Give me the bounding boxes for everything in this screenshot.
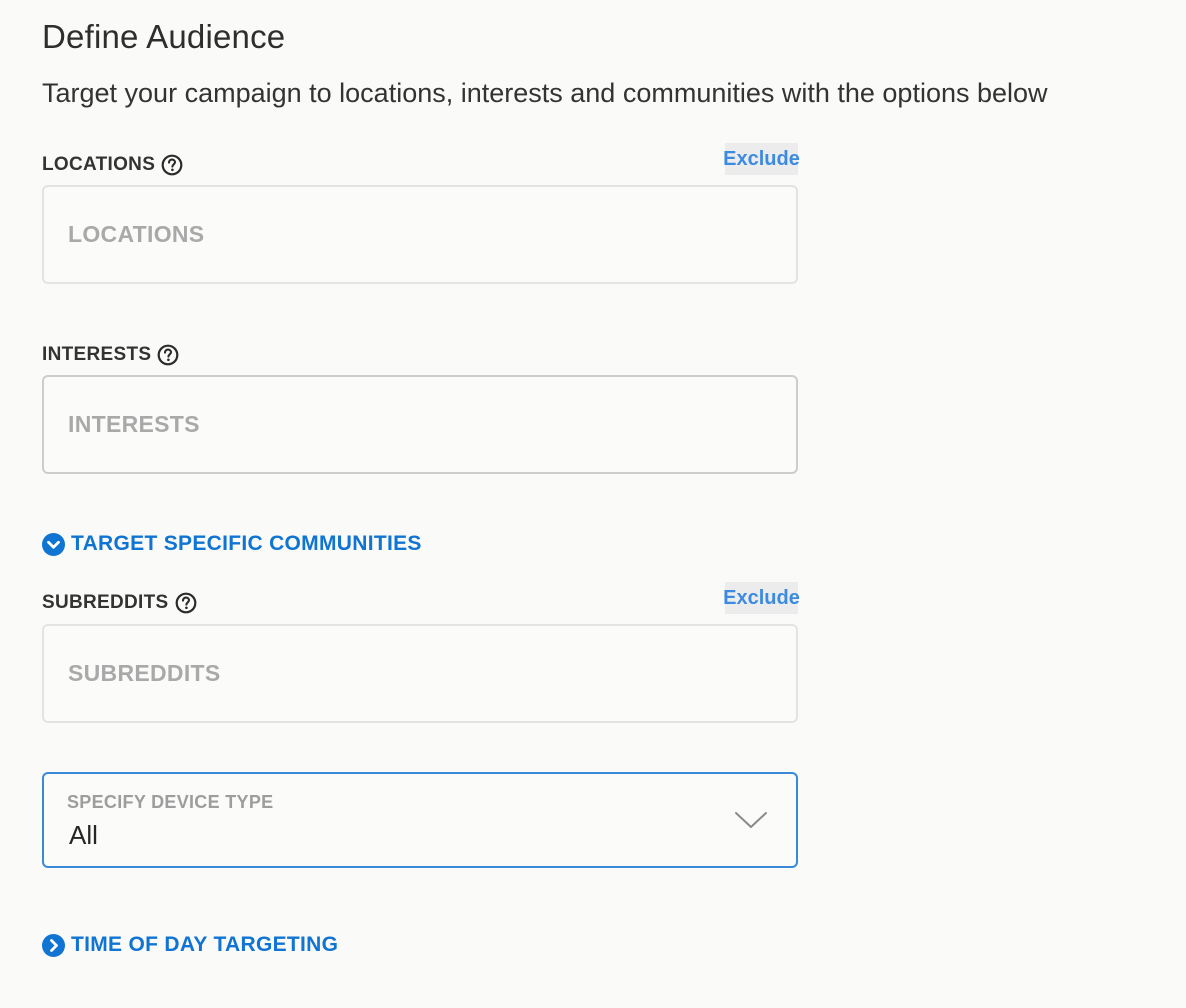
- question-circle-icon[interactable]: [175, 592, 197, 614]
- subreddits-exclude-button[interactable]: Exclude: [723, 582, 800, 614]
- locations-input-box: [42, 185, 798, 284]
- chevron-right-circle-icon: [42, 933, 65, 957]
- chevron-down-icon: [734, 810, 768, 830]
- device-type-caption: SPECIFY DEVICE TYPE: [67, 792, 274, 812]
- chevron-down-circle-icon: [42, 532, 65, 556]
- interests-label: INTERESTS: [42, 344, 152, 365]
- locations-label: LOCATIONS: [42, 154, 156, 175]
- time-of-day-toggle[interactable]: TIME OF DAY TARGETING: [42, 933, 338, 957]
- subreddits-input-box: [42, 624, 798, 723]
- locations-exclude-button[interactable]: Exclude: [723, 143, 800, 175]
- interests-label-row: INTERESTS: [42, 344, 179, 366]
- locations-input[interactable]: [44, 187, 796, 282]
- subreddits-label-row: SUBREDDITS: [42, 592, 197, 614]
- page-title: Define Audience: [42, 18, 286, 55]
- subreddits-label: SUBREDDITS: [42, 592, 169, 613]
- device-type-select[interactable]: SPECIFY DEVICE TYPE All: [42, 772, 798, 868]
- interests-input-box: [42, 375, 798, 474]
- page-subtitle: Target your campaign to locations, inter…: [42, 78, 1048, 108]
- locations-label-row: LOCATIONS: [42, 154, 183, 176]
- device-type-value: All: [69, 820, 98, 850]
- target-communities-label: TARGET SPECIFIC COMMUNITIES: [71, 532, 422, 555]
- question-circle-icon[interactable]: [157, 344, 179, 366]
- question-circle-icon[interactable]: [161, 154, 183, 176]
- target-communities-toggle[interactable]: TARGET SPECIFIC COMMUNITIES: [42, 532, 422, 556]
- subreddits-input[interactable]: [44, 626, 796, 721]
- interests-input[interactable]: [44, 377, 796, 472]
- time-of-day-label: TIME OF DAY TARGETING: [71, 933, 339, 956]
